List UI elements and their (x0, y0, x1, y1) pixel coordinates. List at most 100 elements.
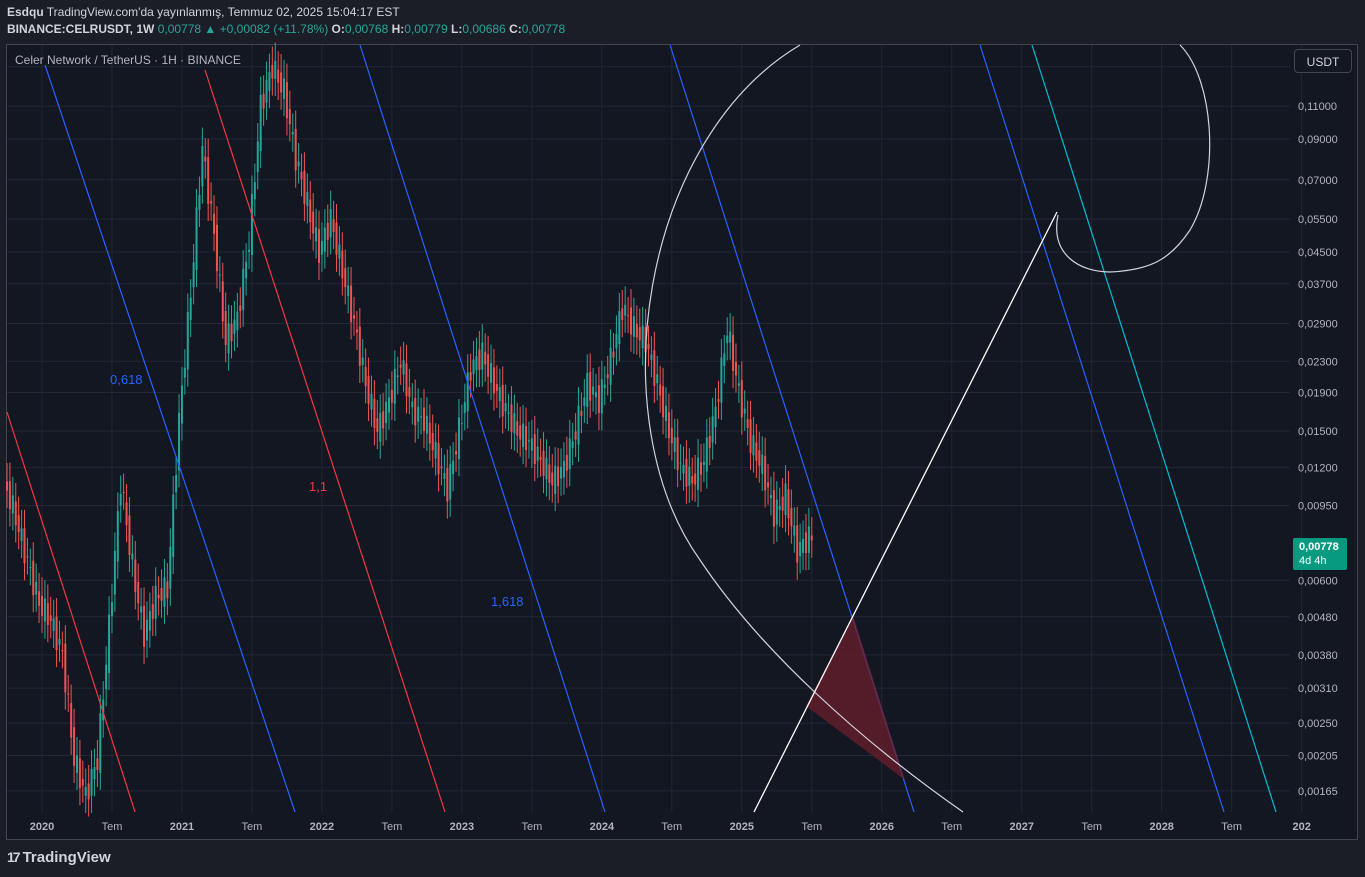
candle-body (734, 361, 737, 376)
candle-body (347, 285, 350, 297)
candle-body (659, 384, 662, 396)
candle-body (73, 727, 76, 766)
candle-body (455, 450, 458, 455)
candle-body (192, 262, 195, 288)
candle-body (560, 466, 563, 479)
candle-body (638, 327, 641, 341)
candle-body (574, 431, 577, 440)
candle-body (201, 146, 204, 187)
candle-body (764, 456, 767, 491)
candle-body (320, 240, 323, 255)
candle-body (367, 376, 370, 404)
candle-body (335, 222, 338, 255)
candle-body (653, 350, 656, 386)
candle-body (583, 397, 586, 406)
candle-body (662, 386, 665, 418)
candle-body (769, 495, 772, 499)
candle-body (288, 109, 291, 125)
candle-body (778, 506, 781, 510)
price-tick-label: 0,04500 (1298, 247, 1338, 259)
candle-body (699, 462, 702, 475)
candle-body (641, 325, 644, 349)
candle-body (108, 614, 111, 673)
arc-curve (645, 44, 964, 813)
candle-body (627, 315, 630, 317)
candle-body (417, 406, 420, 422)
candle-body (122, 492, 125, 494)
candle-body (140, 606, 143, 613)
candle-body (577, 405, 580, 445)
candle-body (495, 383, 498, 391)
candle-body (551, 472, 554, 486)
candle-body (195, 207, 198, 270)
candle-body (597, 385, 600, 413)
tradingview-logo[interactable]: 17 TradingView (7, 849, 111, 866)
candle-body (265, 80, 268, 103)
candle-body (227, 323, 230, 354)
candle-body (732, 334, 735, 371)
candle-body (323, 227, 326, 252)
candle-body (708, 435, 711, 448)
price-tick-label: 0,00205 (1298, 751, 1338, 763)
candle-body (796, 525, 799, 563)
candle-body (539, 457, 542, 460)
candle-body (420, 416, 423, 418)
candle-body (729, 331, 732, 343)
candle-body (807, 526, 810, 553)
candle-body (87, 783, 90, 800)
candle-body (513, 413, 516, 434)
candle-body (70, 703, 73, 738)
candle-body (562, 460, 565, 478)
candle-body (697, 457, 700, 490)
candle-body (810, 535, 813, 541)
candle-body (268, 72, 271, 91)
currency-button[interactable]: USDT (1294, 49, 1352, 73)
time-tick-label: 202 (1292, 821, 1310, 833)
candle-body (772, 490, 775, 527)
candle-body (527, 440, 530, 442)
candle-body (6, 481, 8, 491)
candle-body (154, 585, 157, 619)
candle-body (536, 446, 539, 461)
price-tick-label: 0,07000 (1298, 175, 1338, 187)
candle-body (233, 319, 236, 334)
price-chart[interactable]: 0,140000,110000,090000,070000,055000,045… (0, 0, 1365, 877)
candle-body (554, 465, 557, 494)
candle-body (650, 354, 653, 360)
candle-body (96, 758, 99, 770)
series-legend[interactable]: Celer Network / TetherUS · 1H · BINANCE (15, 53, 241, 67)
time-tick-label: 2028 (1149, 821, 1173, 833)
candle-body (148, 611, 151, 631)
candle-body (603, 384, 606, 388)
candle-body (723, 353, 726, 366)
candle-body (533, 434, 536, 465)
candle-body (775, 499, 778, 525)
candle-body (609, 347, 612, 385)
candle-body (385, 401, 388, 424)
candle-body (259, 95, 262, 151)
candle-body (568, 438, 571, 470)
candle-body (352, 315, 355, 319)
candle-body (726, 335, 729, 344)
candle-body (46, 603, 49, 626)
candle-body (160, 587, 163, 601)
candle-body (647, 343, 650, 350)
time-tick-label: 2025 (730, 821, 754, 833)
candle-body (40, 595, 43, 616)
candle-body (743, 408, 746, 414)
price-axis: 0,140000,110000,090000,070000,055000,045… (1298, 62, 1338, 798)
candle-body (143, 605, 146, 647)
candle-body (358, 326, 361, 366)
candle-body (271, 64, 274, 79)
candle-body (326, 223, 329, 240)
candle-body (318, 229, 321, 263)
candle-body (213, 213, 216, 234)
candle-body (510, 404, 513, 432)
candle-body (35, 581, 38, 595)
candle-body (405, 363, 408, 397)
price-tick-label: 0,02300 (1298, 356, 1338, 368)
fib-label: 0,618 (110, 372, 143, 387)
price-tick-label: 0,00165 (1298, 786, 1338, 798)
candle-body (799, 542, 802, 557)
fib-label: 1,618 (491, 594, 524, 609)
